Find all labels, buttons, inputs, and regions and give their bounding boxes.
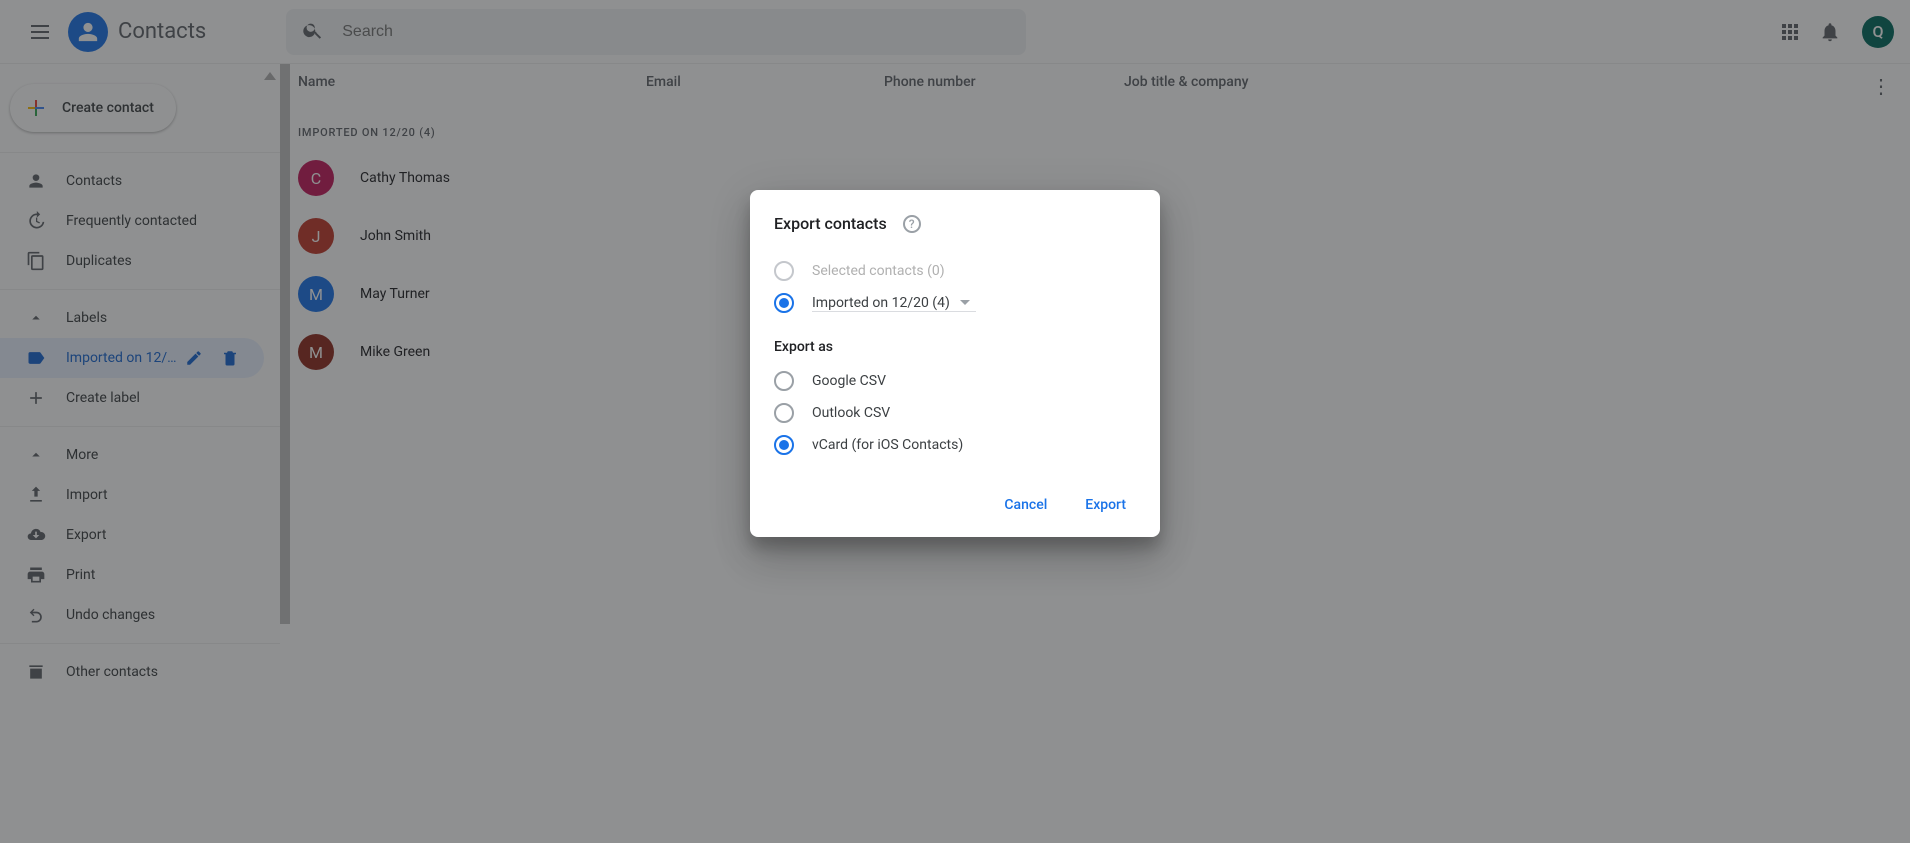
radio-google-csv[interactable]: Google CSV bbox=[774, 365, 1136, 397]
radio-icon bbox=[774, 261, 794, 281]
source-dropdown[interactable]: Imported on 12/20 (4) bbox=[812, 295, 976, 312]
dialog-title: Export contacts bbox=[774, 214, 887, 233]
radio-vcard[interactable]: vCard (for iOS Contacts) bbox=[774, 429, 1136, 461]
modal-scrim[interactable]: Export contacts ? Selected contacts (0) … bbox=[0, 0, 1910, 843]
dropdown-caret-icon bbox=[960, 300, 970, 305]
radio-icon bbox=[774, 371, 794, 391]
radio-icon bbox=[774, 435, 794, 455]
cancel-button[interactable]: Cancel bbox=[1000, 489, 1051, 521]
help-icon[interactable]: ? bbox=[903, 215, 921, 233]
export-as-label: Export as bbox=[774, 339, 1136, 355]
radio-selected-contacts: Selected contacts (0) bbox=[774, 255, 1136, 287]
export-button[interactable]: Export bbox=[1081, 489, 1130, 521]
radio-imported[interactable]: Imported on 12/20 (4) bbox=[774, 287, 1136, 319]
radio-icon bbox=[774, 403, 794, 423]
export-dialog: Export contacts ? Selected contacts (0) … bbox=[750, 190, 1160, 537]
radio-outlook-csv[interactable]: Outlook CSV bbox=[774, 397, 1136, 429]
radio-icon bbox=[774, 293, 794, 313]
